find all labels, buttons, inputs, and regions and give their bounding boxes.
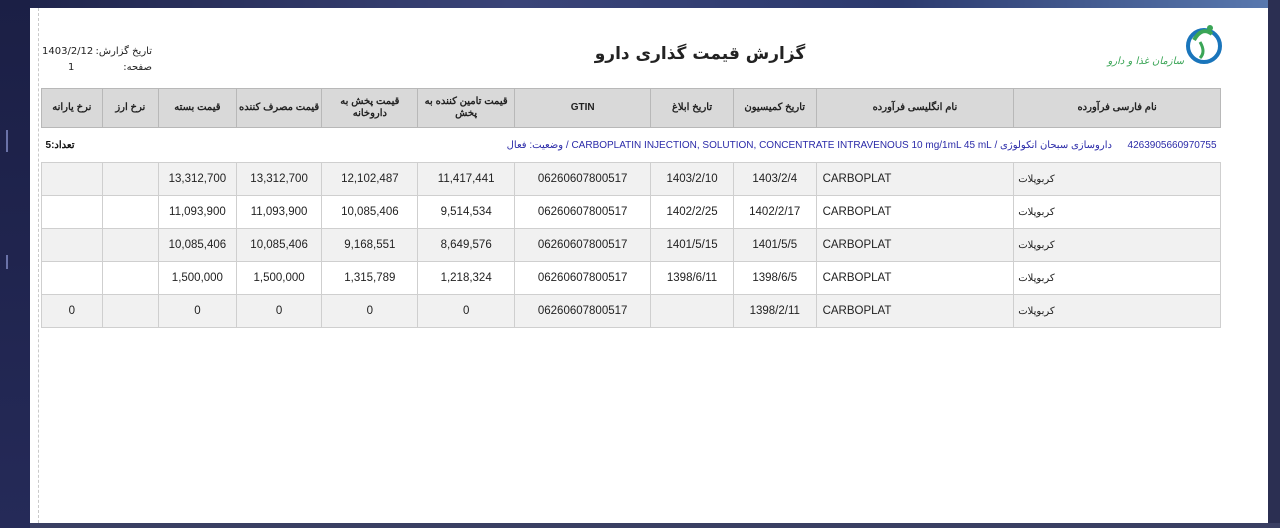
group-header-row: 4263905660970755 داروسازی سبحان انکولوژی… [41,127,1221,163]
cell-notify-date: 1402/2/25 [650,195,734,229]
col-fx-rate[interactable]: نرخ ارز [101,88,160,128]
cell-consumer-price: 0 [235,294,323,328]
cell-consumer-price: 13,312,700 [235,162,323,196]
cell-commission-date: 1402/2/17 [732,195,817,229]
cell-en-name: CARBOPLAT [815,195,1015,229]
cell-fa-name: کربوپلات [1013,162,1221,196]
cell-pack-price: 10,085,406 [158,228,237,262]
group-description: داروسازی سبحان انکولوژی / CARBOPLATIN IN… [506,139,1112,151]
cell-pack-price: 0 [158,294,237,328]
col-commission-date[interactable]: تاریخ کمیسیون [732,88,817,128]
cell-gtin: 06260607800517 [514,195,652,229]
report-meta: تاریخ گزارش: 1403/2/12 صفحه: 1 [42,44,152,76]
cell-subsidy-rate [41,162,103,196]
cell-fx-rate [101,261,160,295]
col-consumer-price[interactable]: قیمت مصرف کننده [235,88,323,128]
left-strip-marker [6,130,8,152]
fda-logo: سازمان غذا و دارو [1104,20,1224,80]
col-fa-name[interactable]: نام فارسی فرآورده [1013,88,1221,128]
right-panel-strip [1268,0,1280,528]
cell-subsidy-rate: 0 [41,294,103,328]
group-count: تعداد:5 [45,139,75,151]
group-info[interactable]: 4263905660970755 داروسازی سبحان انکولوژی… [507,140,1217,151]
cell-en-name: CARBOPLAT [815,261,1015,295]
cell-consumer-price: 10,085,406 [235,228,323,262]
cell-notify-date: 1401/5/15 [650,228,734,262]
col-distribution-price[interactable]: قیمت پخش به داروخانه [321,88,419,128]
cell-fa-name: کربوپلات [1013,294,1221,328]
table-row[interactable]: کربوپلات CARBOPLAT 1403/2/4 1403/2/10 06… [41,162,1221,196]
cell-distribution-price: 12,102,487 [321,162,419,196]
cell-en-name: CARBOPLAT [815,162,1015,196]
window-bottom-bar [30,523,1280,528]
page-number-value: 1 [68,62,75,73]
cell-fx-rate [101,228,160,262]
table-row[interactable]: کربوپلات CARBOPLAT 1398/6/5 1398/6/11 06… [41,261,1221,295]
col-supplier-price[interactable]: قیمت تامین کننده به پخش [417,88,516,128]
window-top-bar [0,0,1280,8]
cell-supplier-price: 1,218,324 [417,261,516,295]
cell-notify-date: 1398/6/11 [650,261,734,295]
cell-gtin: 06260607800517 [514,228,652,262]
cell-fx-rate [101,162,160,196]
cell-consumer-price: 11,093,900 [235,195,323,229]
cell-pack-price: 13,312,700 [158,162,237,196]
cell-distribution-price: 9,168,551 [321,228,419,262]
group-code: 4263905660970755 [1127,139,1217,151]
cell-supplier-price: 9,514,534 [417,195,516,229]
cell-fx-rate [101,294,160,328]
cell-fx-rate [101,195,160,229]
cell-distribution-price: 10,085,406 [321,195,419,229]
cell-subsidy-rate [41,261,103,295]
report-date-label: تاریخ گزارش: [95,46,152,57]
cell-pack-price: 1,500,000 [158,261,237,295]
cell-fa-name: کربوپلات [1013,228,1221,262]
cell-subsidy-rate [41,228,103,262]
cell-supplier-price: 11,417,441 [417,162,516,196]
cell-en-name: CARBOPLAT [815,294,1015,328]
table-row[interactable]: کربوپلات CARBOPLAT 1398/2/11 06260607800… [41,294,1221,328]
table-row[interactable]: کربوپلات CARBOPLAT 1402/2/17 1402/2/25 0… [41,195,1221,229]
cell-gtin: 06260607800517 [514,162,652,196]
left-strip-marker [6,255,8,269]
cell-commission-date: 1398/6/5 [732,261,817,295]
cell-supplier-price: 8,649,576 [417,228,516,262]
cell-subsidy-rate [41,195,103,229]
cell-commission-date: 1401/5/5 [732,228,817,262]
page-number-label: صفحه: [123,62,152,73]
price-table: نام فارسی فرآورده نام انگلیسی فرآورده تا… [41,88,1221,328]
col-subsidy-rate[interactable]: نرخ یارانه [41,88,103,128]
cell-en-name: CARBOPLAT [815,228,1015,262]
cell-distribution-price: 0 [321,294,419,328]
cell-notify-date [650,294,734,328]
cell-consumer-price: 1,500,000 [235,261,323,295]
cell-pack-price: 11,093,900 [158,195,237,229]
table-row[interactable]: کربوپلات CARBOPLAT 1401/5/5 1401/5/15 06… [41,228,1221,262]
col-pack-price[interactable]: قیمت بسته [158,88,237,128]
cell-distribution-price: 1,315,789 [321,261,419,295]
cell-fa-name: کربوپلات [1013,261,1221,295]
fda-logo-text: سازمان غذا و دارو [1107,56,1184,67]
table-header-row: نام فارسی فرآورده نام انگلیسی فرآورده تا… [41,88,1221,128]
cell-fa-name: کربوپلات [1013,195,1221,229]
fda-logo-icon [1186,25,1222,64]
cell-commission-date: 1403/2/4 [732,162,817,196]
col-en-name[interactable]: نام انگلیسی فرآورده [815,88,1015,128]
col-gtin[interactable]: GTIN [514,88,652,128]
cell-gtin: 06260607800517 [514,294,652,328]
cell-commission-date: 1398/2/11 [732,294,817,328]
col-notify-date[interactable]: تاریخ ابلاغ [650,88,734,128]
report-date-value: 1403/2/12 [42,46,94,57]
cell-notify-date: 1403/2/10 [650,162,734,196]
cell-gtin: 06260607800517 [514,261,652,295]
cell-supplier-price: 0 [417,294,516,328]
report-title: گزارش قیمت گذاری دارو [594,44,806,64]
left-panel-strip [0,0,30,528]
page-margin-line [38,8,39,523]
